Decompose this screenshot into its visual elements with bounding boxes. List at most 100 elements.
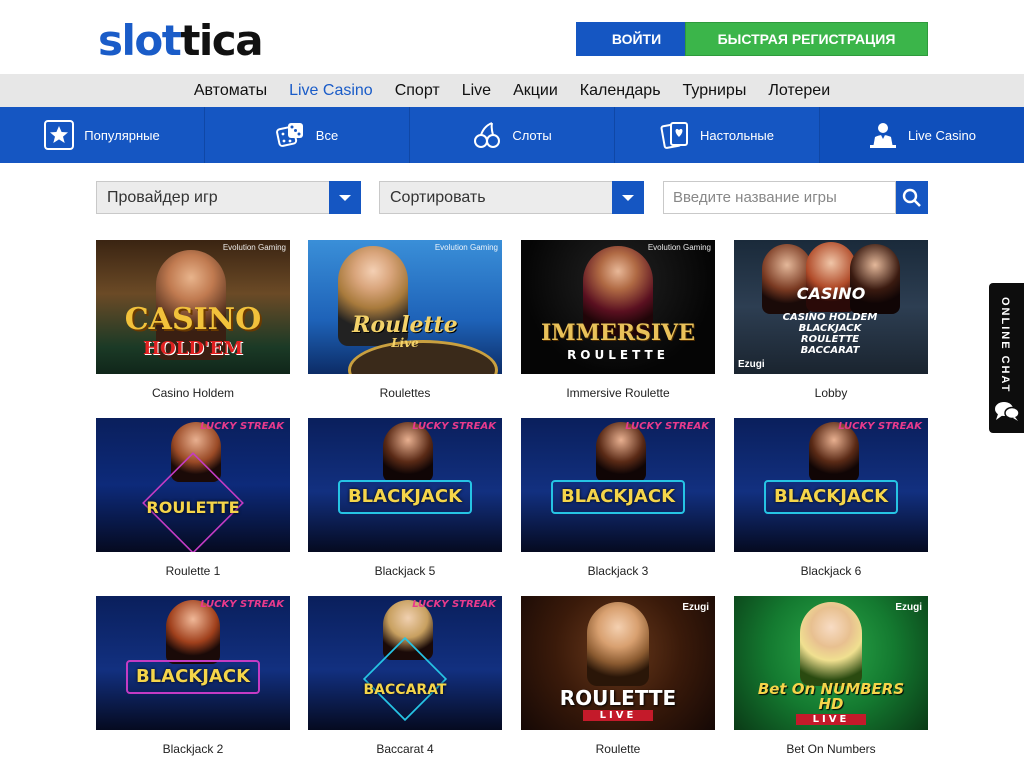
online-chat-label: ONLINE CHAT <box>999 297 1011 394</box>
category-live-casino[interactable]: Live Casino <box>820 107 1024 163</box>
provider-select[interactable]: Провайдер игр <box>96 181 361 214</box>
game-title[interactable]: Roulette 1 <box>96 564 290 578</box>
chat-bubbles-icon <box>993 399 1021 428</box>
game-art-subtext: LIVE <box>796 714 866 725</box>
game-thumbnail[interactable]: LUCKY STREAK BLACKJACK <box>521 418 715 552</box>
login-button[interactable]: ВОЙТИ <box>576 22 697 56</box>
provider-select-value: Провайдер игр <box>107 189 218 206</box>
game-art-text: Roulette <box>352 312 458 338</box>
game-title[interactable]: Blackjack 5 <box>308 564 502 578</box>
game-thumbnail[interactable]: Evolution Gaming Roulette Live <box>308 240 502 374</box>
game-card[interactable]: Evolution Gaming IMMERSIVE ROULETTE Imme… <box>521 240 715 400</box>
menu-item-live[interactable]: Live <box>462 74 491 107</box>
provider-badge: LUCKY STREAK <box>200 599 284 610</box>
game-art-subtext: HOLD'EM <box>142 338 244 359</box>
sort-select[interactable]: Сортировать <box>379 181 644 214</box>
provider-badge: Evolution Gaming <box>647 243 711 252</box>
game-thumbnail[interactable]: Evolution Gaming IMMERSIVE ROULETTE <box>521 240 715 374</box>
provider-badge: LUCKY STREAK <box>412 421 496 432</box>
menu-item-promotions[interactable]: Акции <box>513 74 558 107</box>
category-slots[interactable]: Слоты <box>410 107 615 163</box>
online-chat-tab[interactable]: ONLINE CHAT <box>989 283 1024 433</box>
category-bar: Популярные Все Слоты Настольные Live Cas… <box>0 107 1024 163</box>
game-thumbnail[interactable]: LUCKY STREAK BLACKJACK <box>308 418 502 552</box>
provider-badge: Evolution Gaming <box>222 243 286 252</box>
game-art-text: CASINO <box>796 284 866 303</box>
menu-item-tournaments[interactable]: Турниры <box>683 74 747 107</box>
category-popular[interactable]: Популярные <box>0 107 205 163</box>
game-thumbnail[interactable]: Ezugi ROULETTE LIVE <box>521 596 715 730</box>
menu-item-slots[interactable]: Автоматы <box>194 74 267 107</box>
game-thumbnail[interactable]: Evolution Gaming CASINO HOLD'EM <box>96 240 290 374</box>
site-logo[interactable]: slottica <box>98 16 264 65</box>
game-title[interactable]: Bet On Numbers <box>734 742 928 756</box>
game-thumbnail[interactable]: CASINO CASINO HOLDEM BLACKJACK ROULETTE … <box>734 240 928 374</box>
game-art-subtext: Live <box>391 336 419 350</box>
menu-item-live-casino[interactable]: Live Casino <box>289 74 373 107</box>
game-title[interactable]: Casino Holdem <box>96 386 290 400</box>
menu-item-calendar[interactable]: Календарь <box>580 74 661 107</box>
game-title[interactable]: Blackjack 6 <box>734 564 928 578</box>
category-label: Популярные <box>84 127 160 143</box>
game-art-text: BLACKJACK <box>773 486 889 507</box>
dealer-icon <box>868 120 898 150</box>
game-art-text: ROULETTE <box>146 498 240 517</box>
game-thumbnail[interactable]: LUCKY STREAK BACCARAT <box>308 596 502 730</box>
game-card[interactable]: Evolution Gaming CASINO HOLD'EM Casino H… <box>96 240 290 400</box>
category-table[interactable]: Настольные <box>615 107 820 163</box>
game-art-subtext: CASINO HOLDEM BLACKJACK ROULETTE BACCARA… <box>782 312 878 356</box>
game-title[interactable]: Lobby <box>734 386 928 400</box>
game-card[interactable]: Evolution Gaming Roulette Live Roulettes <box>308 240 502 400</box>
game-art-text: CASINO <box>124 302 262 337</box>
game-art-text: BLACKJACK <box>347 486 463 507</box>
game-thumbnail[interactable]: LUCKY STREAK BLACKJACK <box>734 418 928 552</box>
game-art-subtext: ROULETTE <box>567 348 669 362</box>
game-thumbnail[interactable]: LUCKY STREAK BLACKJACK <box>96 596 290 730</box>
register-button[interactable]: БЫСТРАЯ РЕГИСТРАЦИЯ <box>685 22 928 56</box>
category-label: Настольные <box>700 127 774 143</box>
category-label: Live Casino <box>908 127 976 143</box>
category-label: Все <box>315 127 339 143</box>
game-card[interactable]: LUCKY STREAK BACCARAT Baccarat 4 <box>308 596 502 756</box>
game-card[interactable]: LUCKY STREAK BLACKJACK Blackjack 2 <box>96 596 290 756</box>
menu-item-lotteries[interactable]: Лотереи <box>768 74 830 107</box>
menu-item-sport[interactable]: Спорт <box>395 74 440 107</box>
game-search <box>663 181 928 214</box>
game-title[interactable]: Immersive Roulette <box>521 386 715 400</box>
game-art-text: BACCARAT <box>363 682 447 698</box>
game-thumbnail[interactable]: LUCKY STREAK ROULETTE <box>96 418 290 552</box>
game-card[interactable]: Ezugi Bet On NUMBERS HD LIVE Bet On Numb… <box>734 596 928 756</box>
game-title[interactable]: Blackjack 3 <box>521 564 715 578</box>
game-art-text: IMMERSIVE <box>540 320 696 346</box>
game-title[interactable]: Blackjack 2 <box>96 742 290 756</box>
chevron-down-icon[interactable] <box>329 181 361 214</box>
game-card[interactable]: Ezugi ROULETTE LIVE Roulette <box>521 596 715 756</box>
game-title[interactable]: Baccarat 4 <box>308 742 502 756</box>
provider-badge: Ezugi <box>682 602 709 613</box>
game-card[interactable]: LUCKY STREAK BLACKJACK Blackjack 3 <box>521 418 715 578</box>
search-button[interactable] <box>896 181 928 214</box>
provider-badge: Ezugi <box>895 602 922 613</box>
chevron-down-icon[interactable] <box>612 181 644 214</box>
game-card[interactable]: CASINO CASINO HOLDEM BLACKJACK ROULETTE … <box>734 240 928 400</box>
provider-badge: LUCKY STREAK <box>412 599 496 610</box>
game-card[interactable]: LUCKY STREAK ROULETTE Roulette 1 <box>96 418 290 578</box>
logo-part-2: tica <box>180 16 263 65</box>
cherries-icon <box>472 120 502 150</box>
category-all[interactable]: Все <box>205 107 410 163</box>
provider-badge: LUCKY STREAK <box>838 421 922 432</box>
game-title[interactable]: Roulettes <box>308 386 502 400</box>
search-input[interactable] <box>663 181 896 214</box>
site-header: slottica ВОЙТИ БЫСТРАЯ РЕГИСТРАЦИЯ <box>0 0 1024 74</box>
star-icon <box>44 120 75 150</box>
category-label: Слоты <box>512 127 552 143</box>
dice-icon <box>275 120 306 150</box>
game-thumbnail[interactable]: Ezugi Bet On NUMBERS HD LIVE <box>734 596 928 730</box>
provider-badge: LUCKY STREAK <box>625 421 709 432</box>
main-menu: Автоматы Live Casino Спорт Live Акции Ка… <box>0 74 1024 107</box>
game-art-subtext: LIVE <box>583 710 653 721</box>
game-card[interactable]: LUCKY STREAK BLACKJACK Blackjack 5 <box>308 418 502 578</box>
cards-icon <box>660 120 690 150</box>
game-card[interactable]: LUCKY STREAK BLACKJACK Blackjack 6 <box>734 418 928 578</box>
game-title[interactable]: Roulette <box>521 742 715 756</box>
